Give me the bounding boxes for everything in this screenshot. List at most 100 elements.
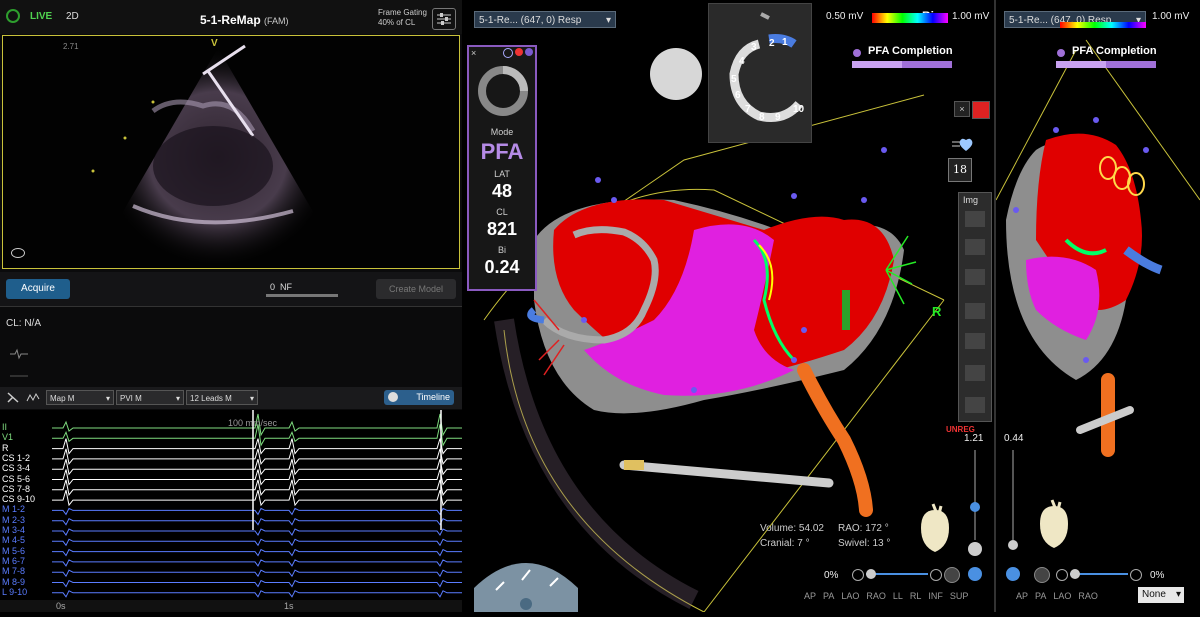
- view-button-rl[interactable]: RL: [910, 591, 922, 601]
- lead-label: M 2-3: [2, 514, 26, 525]
- zoom-value-right: 0%: [1150, 570, 1165, 581]
- view-button-lao[interactable]: LAO: [1053, 591, 1071, 601]
- bi-color-scale: [872, 13, 948, 23]
- timeline-axis: [0, 600, 462, 612]
- pointer-tool-icon[interactable]: [6, 391, 20, 404]
- opacity-slider-right[interactable]: [1012, 450, 1014, 540]
- axis-tick-1s: 1s: [284, 601, 294, 611]
- pfa-completion-fill: [1056, 61, 1106, 68]
- none-select[interactable]: None ▾: [1138, 587, 1184, 603]
- view-button-inf[interactable]: INF: [928, 591, 943, 601]
- opacity-slider[interactable]: [974, 450, 976, 540]
- lead-label: L 9-10: [2, 586, 28, 597]
- view-button-lao[interactable]: LAO: [841, 591, 859, 601]
- tool-button-6[interactable]: [965, 365, 985, 381]
- timeline-button[interactable]: Timeline: [384, 390, 454, 405]
- cranial-value: 7 °: [797, 538, 810, 549]
- pfa-completion-fill: [852, 61, 902, 68]
- zoom-out-icon[interactable]: [852, 569, 864, 581]
- chevron-down-icon[interactable]: [968, 542, 982, 556]
- settings-icon[interactable]: [525, 48, 533, 56]
- zoom-out-icon[interactable]: [1056, 569, 1068, 581]
- cycle-length-readout: CL: N/A: [6, 318, 42, 329]
- refresh-icon[interactable]: [503, 48, 513, 58]
- waveform-icon-graphic: [10, 348, 28, 377]
- lead-label: R: [2, 442, 9, 453]
- reset-view-icon[interactable]: [944, 567, 960, 583]
- view-button-sup[interactable]: SUP: [950, 591, 969, 601]
- heart-toggle-icon[interactable]: [950, 137, 976, 153]
- zoom-in-icon[interactable]: [930, 569, 942, 581]
- close-icon[interactable]: ×: [471, 48, 476, 58]
- map-select-center[interactable]: 5-1-Re... (647, 0) Resp ▾: [474, 11, 616, 28]
- rotate-icon[interactable]: [968, 567, 982, 581]
- sliders-icon[interactable]: [432, 8, 456, 30]
- heart-orientation-graphic: [921, 503, 949, 552]
- opacity-slider-handle[interactable]: [970, 502, 980, 512]
- panel-divider[interactable]: [994, 0, 996, 612]
- tool-button-7[interactable]: [965, 397, 985, 413]
- tool-button-1[interactable]: [965, 211, 985, 227]
- view-button-ll[interactable]: LL: [893, 591, 903, 601]
- mode-2d-button[interactable]: 2D: [66, 11, 79, 22]
- depth-marker: 2.71: [63, 42, 79, 51]
- pvi-select-value: PVI M: [120, 394, 142, 403]
- cl-value: 821: [486, 219, 518, 239]
- view-button-pa[interactable]: PA: [823, 591, 834, 601]
- reset-view-icon[interactable]: [1034, 567, 1050, 583]
- grid-icon[interactable]: [972, 101, 990, 119]
- heart-orientation-icon[interactable]: [1034, 496, 1074, 551]
- catheter-view-panel[interactable]: 1 2 3 4 5 6 7 8 9 10: [708, 3, 812, 143]
- volume-value: 54.02: [798, 523, 824, 534]
- electrode-label: 8: [759, 112, 765, 123]
- tool-button-4[interactable]: [965, 303, 985, 319]
- nf-slider[interactable]: [266, 294, 338, 297]
- close-icon[interactable]: ×: [954, 101, 970, 117]
- zoom-in-icon[interactable]: [1130, 569, 1142, 581]
- ecg-trace: [52, 579, 462, 588]
- zoom-value-center: 0%: [824, 570, 839, 581]
- create-model-button[interactable]: Create Model: [376, 279, 456, 299]
- tool-button-3[interactable]: [965, 269, 985, 285]
- tool-button-2[interactable]: [965, 239, 985, 255]
- view-button-ap[interactable]: AP: [1016, 591, 1028, 601]
- pfa-info-panel: × Mode PFA LAT 48 CL 821 Bi 0.24: [467, 45, 537, 291]
- pfa-completion-label: PFA Completion: [868, 45, 953, 57]
- chevron-down-icon[interactable]: [1008, 540, 1018, 550]
- orientation-marker-r: R: [932, 304, 942, 319]
- leads-select[interactable]: 12 Leads M ▾: [186, 390, 258, 405]
- lead-label: CS 9-10: [2, 494, 36, 505]
- frame-gating-label: Frame Gating: [378, 8, 427, 17]
- ultrasound-image[interactable]: 2.71 V: [2, 35, 460, 269]
- swivel-label: Swivel:: [838, 538, 870, 549]
- scale-min: 0.50 mV: [826, 11, 864, 22]
- zoom-slider-handle[interactable]: [866, 569, 876, 579]
- ablation-ring-icon: [478, 66, 528, 116]
- ecg-traces[interactable]: [0, 410, 462, 600]
- electrode-label: 7: [745, 104, 751, 115]
- navigation-widget[interactable]: [472, 548, 580, 612]
- pvi-select[interactable]: PVI M ▾: [116, 390, 184, 405]
- tool-button-5[interactable]: [965, 333, 985, 349]
- view-button-rao[interactable]: RAO: [1078, 591, 1098, 601]
- measure-tool-icon[interactable]: [26, 391, 40, 404]
- cranial-label: Cranial:: [760, 538, 795, 549]
- view-button-ap[interactable]: AP: [804, 591, 816, 601]
- gear-icon[interactable]: [515, 48, 523, 56]
- waveform-icon[interactable]: [6, 340, 32, 384]
- timeline-icon: [388, 392, 398, 402]
- zoom-slider-handle[interactable]: [1070, 569, 1080, 579]
- map-select[interactable]: Map M ▾: [46, 390, 114, 405]
- electrode-label: 4: [739, 56, 745, 67]
- view-button-pa[interactable]: PA: [1035, 591, 1046, 601]
- acquire-button[interactable]: Acquire: [6, 279, 70, 299]
- heart-orientation-icon[interactable]: [915, 500, 955, 555]
- ultrasound-title: 5-1-ReMap (FAM): [200, 13, 289, 27]
- eye-icon[interactable]: [11, 248, 25, 258]
- ecg-trace: [52, 590, 462, 598]
- map-view-secondary[interactable]: [996, 0, 1200, 612]
- chevron-down-icon: ▾: [249, 394, 254, 403]
- view-button-rao[interactable]: RAO: [866, 591, 886, 601]
- rotate-icon[interactable]: [1006, 567, 1020, 581]
- ultrasound-title-suffix: (FAM): [264, 16, 289, 26]
